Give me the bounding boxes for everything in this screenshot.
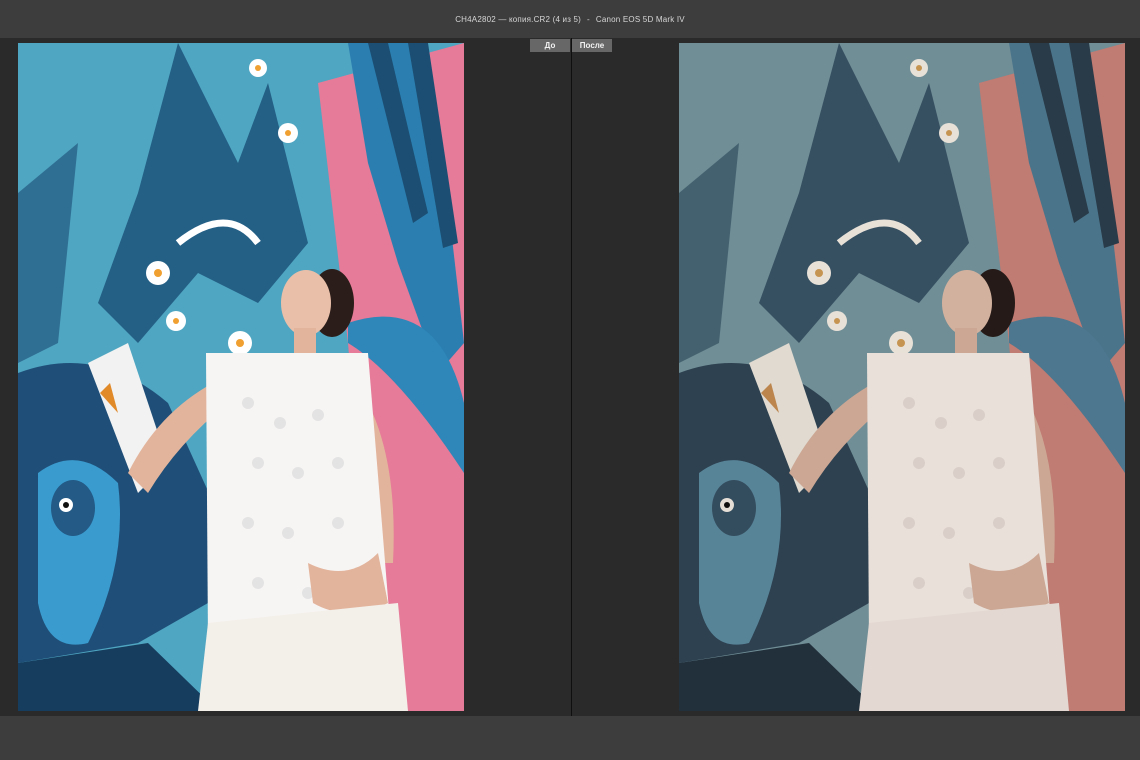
before-photo-image bbox=[18, 43, 464, 711]
compare-view: До После bbox=[0, 38, 1140, 716]
camera-model: Canon EOS 5D Mark IV bbox=[595, 14, 685, 24]
after-photo[interactable] bbox=[679, 43, 1125, 711]
after-photo-image bbox=[679, 43, 1125, 711]
after-tab[interactable]: После bbox=[572, 39, 612, 52]
title-bar: CH4A2802 — копия.CR2 (4 из 5) - Canon EO… bbox=[0, 0, 1140, 38]
split-divider[interactable] bbox=[571, 38, 572, 716]
before-photo[interactable] bbox=[18, 43, 464, 711]
title-separator: - bbox=[587, 14, 590, 24]
file-name: CH4A2802 — копия.CR2 (4 из 5) bbox=[455, 14, 581, 24]
before-tab[interactable]: До bbox=[530, 39, 570, 52]
bottom-toolbar bbox=[0, 716, 1140, 760]
